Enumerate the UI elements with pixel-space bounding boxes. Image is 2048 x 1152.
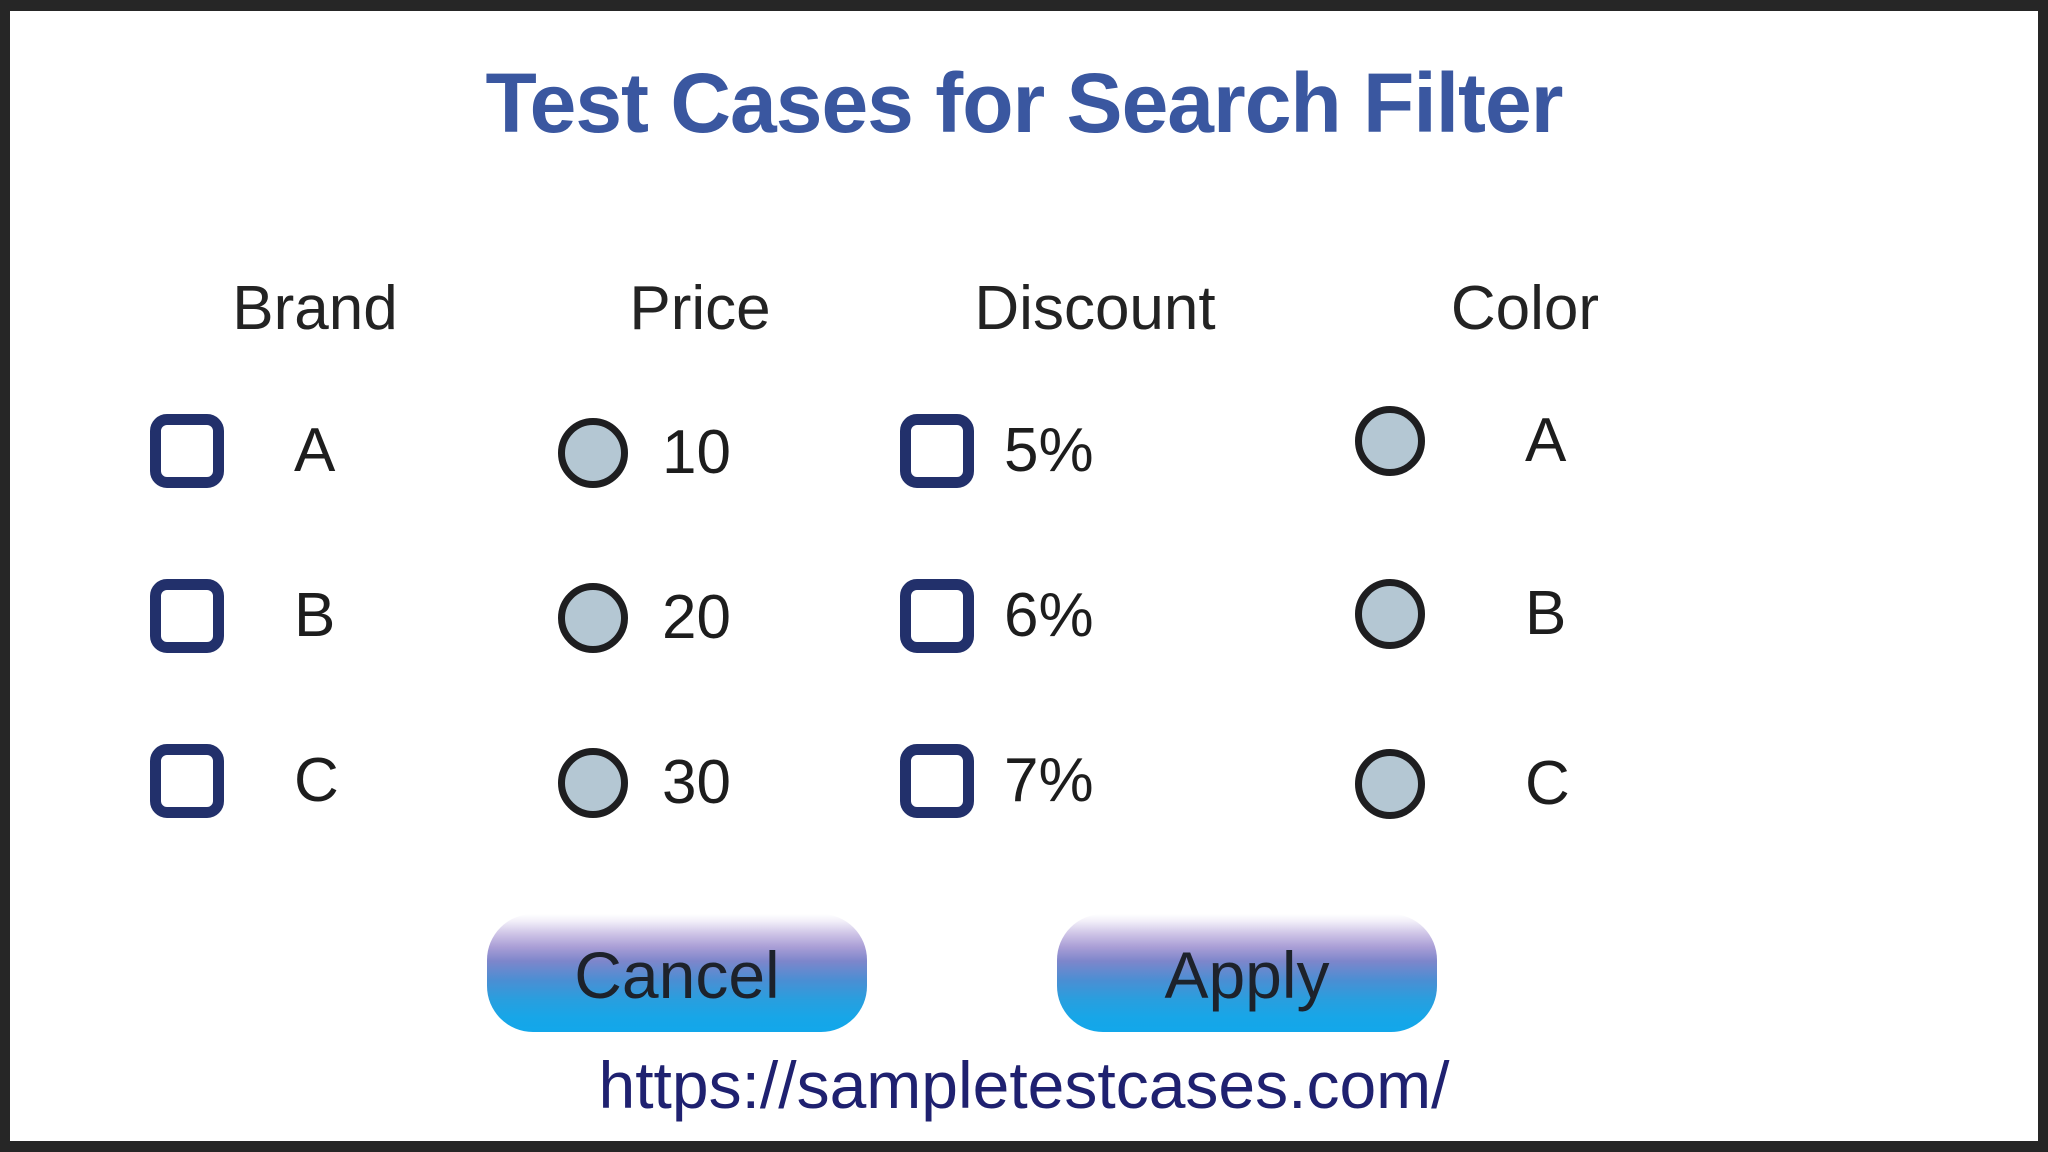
filter-option-color-b[interactable]: B — [1355, 564, 1566, 664]
checkbox-discount-6[interactable] — [900, 579, 974, 653]
radio-price-10[interactable] — [558, 418, 628, 488]
filter-option-label: A — [294, 416, 336, 485]
apply-button-label: Apply — [1164, 938, 1330, 1012]
filter-option-discount-7[interactable]: 7% — [900, 731, 1094, 831]
filter-option-brand-c[interactable]: C — [150, 731, 339, 831]
filter-option-label: 6% — [1004, 581, 1094, 650]
page-title: Test Cases for Search Filter — [485, 56, 1564, 150]
column-header-color: Color — [1450, 274, 1600, 343]
filter-option-label: B — [294, 581, 336, 650]
filter-option-label: C — [294, 746, 339, 815]
checkbox-brand-b[interactable] — [150, 579, 224, 653]
filter-option-discount-5[interactable]: 5% — [900, 401, 1094, 501]
filter-option-label: 10 — [662, 418, 731, 487]
radio-color-b[interactable] — [1355, 579, 1425, 649]
filter-option-brand-b[interactable]: B — [150, 566, 335, 666]
filter-option-price-10[interactable]: 10 — [558, 403, 731, 503]
cancel-button-label: Cancel — [574, 938, 780, 1012]
column-header-brand: Brand — [232, 274, 398, 343]
radio-color-a[interactable] — [1355, 406, 1425, 476]
checkbox-brand-c[interactable] — [150, 744, 224, 818]
filter-option-color-c[interactable]: C — [1355, 734, 1570, 834]
filter-option-label: A — [1525, 406, 1567, 475]
column-header-discount: Discount — [974, 274, 1216, 343]
radio-price-20[interactable] — [558, 583, 628, 653]
filter-dialog: Test Cases for Search Filter Brand Price… — [10, 11, 2038, 1141]
site-url[interactable]: https://sampletestcases.com/ — [10, 1047, 2038, 1123]
screenshot-frame: Test Cases for Search Filter Brand Price… — [0, 0, 2048, 1152]
filter-option-label: 5% — [1004, 416, 1094, 485]
filter-option-label: B — [1525, 579, 1567, 648]
filter-option-label: C — [1525, 749, 1570, 818]
filter-option-price-20[interactable]: 20 — [558, 568, 731, 668]
filter-option-color-a[interactable]: A — [1355, 391, 1566, 491]
filter-option-price-30[interactable]: 30 — [558, 733, 731, 833]
filter-option-label: 20 — [662, 583, 731, 652]
filter-option-brand-a[interactable]: A — [150, 401, 335, 501]
apply-button[interactable]: Apply — [1057, 914, 1437, 1032]
checkbox-discount-7[interactable] — [900, 744, 974, 818]
checkbox-discount-5[interactable] — [900, 414, 974, 488]
filter-option-label: 7% — [1004, 746, 1094, 815]
column-header-price: Price — [629, 274, 771, 343]
filter-option-discount-6[interactable]: 6% — [900, 566, 1094, 666]
filter-option-label: 30 — [662, 748, 731, 817]
radio-price-30[interactable] — [558, 748, 628, 818]
checkbox-brand-a[interactable] — [150, 414, 224, 488]
cancel-button[interactable]: Cancel — [487, 914, 867, 1032]
radio-color-c[interactable] — [1355, 749, 1425, 819]
